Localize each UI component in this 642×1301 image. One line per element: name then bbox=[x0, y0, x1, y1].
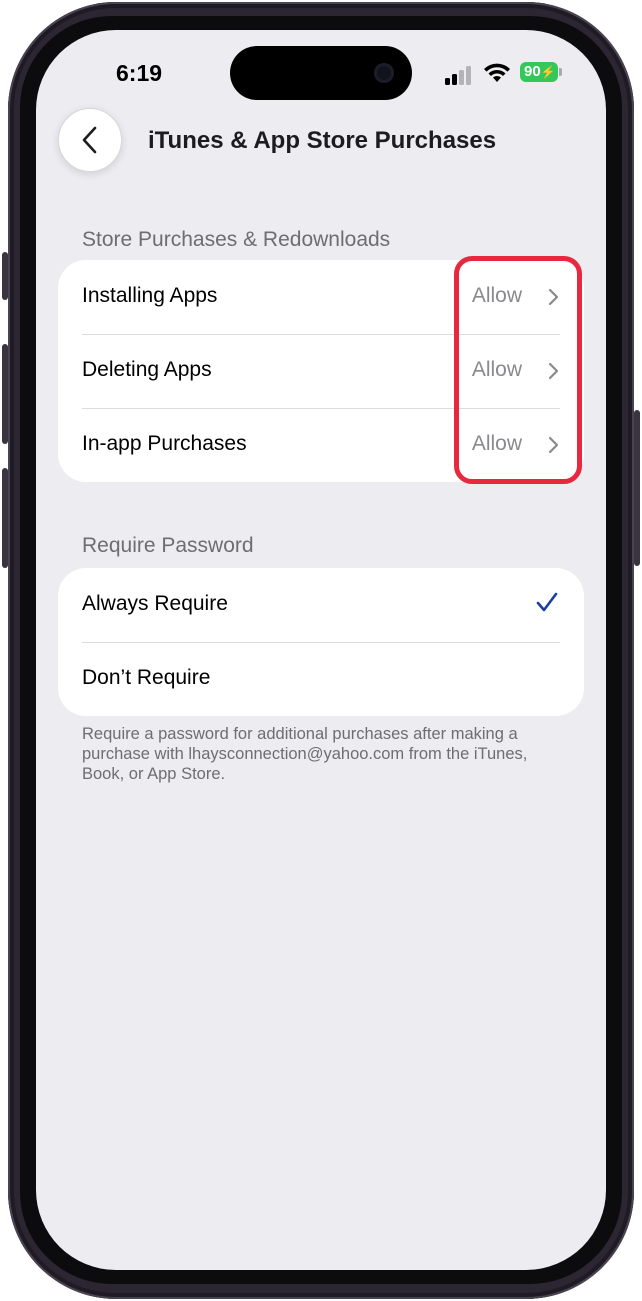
action-button bbox=[2, 252, 8, 300]
wifi-icon bbox=[484, 63, 510, 82]
require-password-group: Always Require Don’t Require bbox=[58, 568, 584, 716]
row-label: Don’t Require bbox=[82, 666, 211, 689]
highlight-annotation bbox=[454, 256, 582, 484]
row-dont-require[interactable]: Don’t Require bbox=[58, 642, 584, 716]
section-header-password: Require Password bbox=[82, 534, 254, 557]
battery-icon: 90⚡ bbox=[520, 62, 558, 82]
dynamic-island bbox=[230, 46, 412, 100]
row-label: Deleting Apps bbox=[82, 358, 212, 381]
battery-cap bbox=[559, 68, 562, 76]
camera-icon bbox=[374, 63, 394, 83]
status-time: 6:19 bbox=[116, 60, 163, 86]
chevron-left-icon bbox=[82, 126, 97, 154]
row-label: In-app Purchases bbox=[82, 432, 247, 455]
section-header-store: Store Purchases & Redownloads bbox=[82, 228, 391, 251]
screen: 6:19 90⚡ iTunes & App Store Purchases St… bbox=[36, 30, 606, 1270]
back-button[interactable] bbox=[58, 108, 122, 172]
row-label: Always Require bbox=[82, 592, 228, 615]
row-label: Installing Apps bbox=[82, 284, 218, 307]
row-always-require[interactable]: Always Require bbox=[58, 568, 584, 642]
page-title: iTunes & App Store Purchases bbox=[148, 127, 497, 154]
battery-level: 90 bbox=[524, 63, 541, 80]
checkmark-icon bbox=[536, 592, 558, 612]
cellular-signal-icon bbox=[445, 63, 475, 85]
volume-down-button bbox=[2, 468, 8, 568]
volume-up-button bbox=[2, 344, 8, 444]
power-button bbox=[634, 410, 640, 566]
password-footer-note: Require a password for additional purcha… bbox=[82, 725, 528, 783]
